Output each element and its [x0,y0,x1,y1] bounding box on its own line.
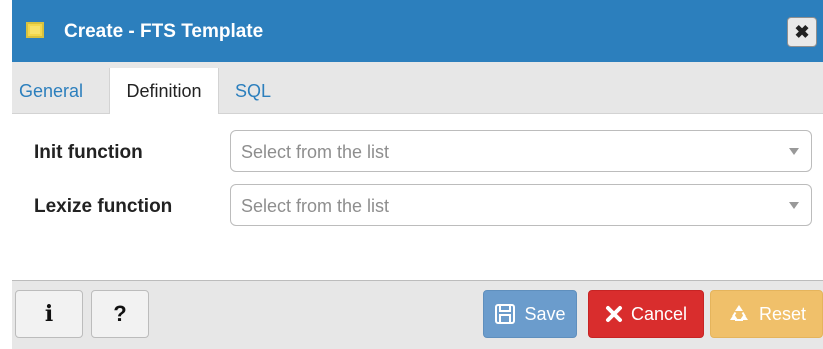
dialog-titlebar: Create - FTS Template ✖ [12,0,823,62]
init-function-label: Init function [34,142,143,163]
dialog: Create - FTS Template ✖ General Definiti… [0,0,823,349]
close-button[interactable]: ✖ [787,17,817,47]
cancel-icon [605,305,623,323]
help-button[interactable]: ? [91,290,149,338]
tab-sql[interactable]: SQL [225,68,281,114]
help-icon: ? [113,301,127,326]
reset-label: Reset [758,304,807,324]
init-function-select[interactable]: Select from the list [230,130,812,172]
save-button[interactable]: Save [483,290,577,338]
definition-panel: Init function Select from the list Lexiz… [12,114,823,280]
save-label: Save [524,304,566,324]
tab-general[interactable]: General [9,68,93,114]
chevron-down-icon [789,202,799,209]
info-icon: i [44,301,54,327]
lexize-function-select[interactable]: Select from the list [230,184,812,226]
dialog-title: Create - FTS Template [64,21,264,42]
save-icon [494,303,516,325]
folder-icon [26,22,44,38]
tab-strip: General Definition SQL [9,62,823,115]
info-button[interactable]: i [15,290,83,338]
dialog-footer: i ? Save Cancel Reset [12,280,823,349]
lexize-function-placeholder: Select from the list [241,196,390,216]
lexize-function-label: Lexize function [34,196,173,217]
chevron-down-icon [789,148,799,155]
cancel-button[interactable]: Cancel [588,290,704,338]
cancel-label: Cancel [630,304,688,324]
tab-definition[interactable]: Definition [109,68,219,115]
init-function-placeholder: Select from the list [241,142,390,162]
close-icon: ✖ [794,21,810,42]
reset-button[interactable]: Reset [710,290,823,338]
recycle-icon [727,302,751,326]
